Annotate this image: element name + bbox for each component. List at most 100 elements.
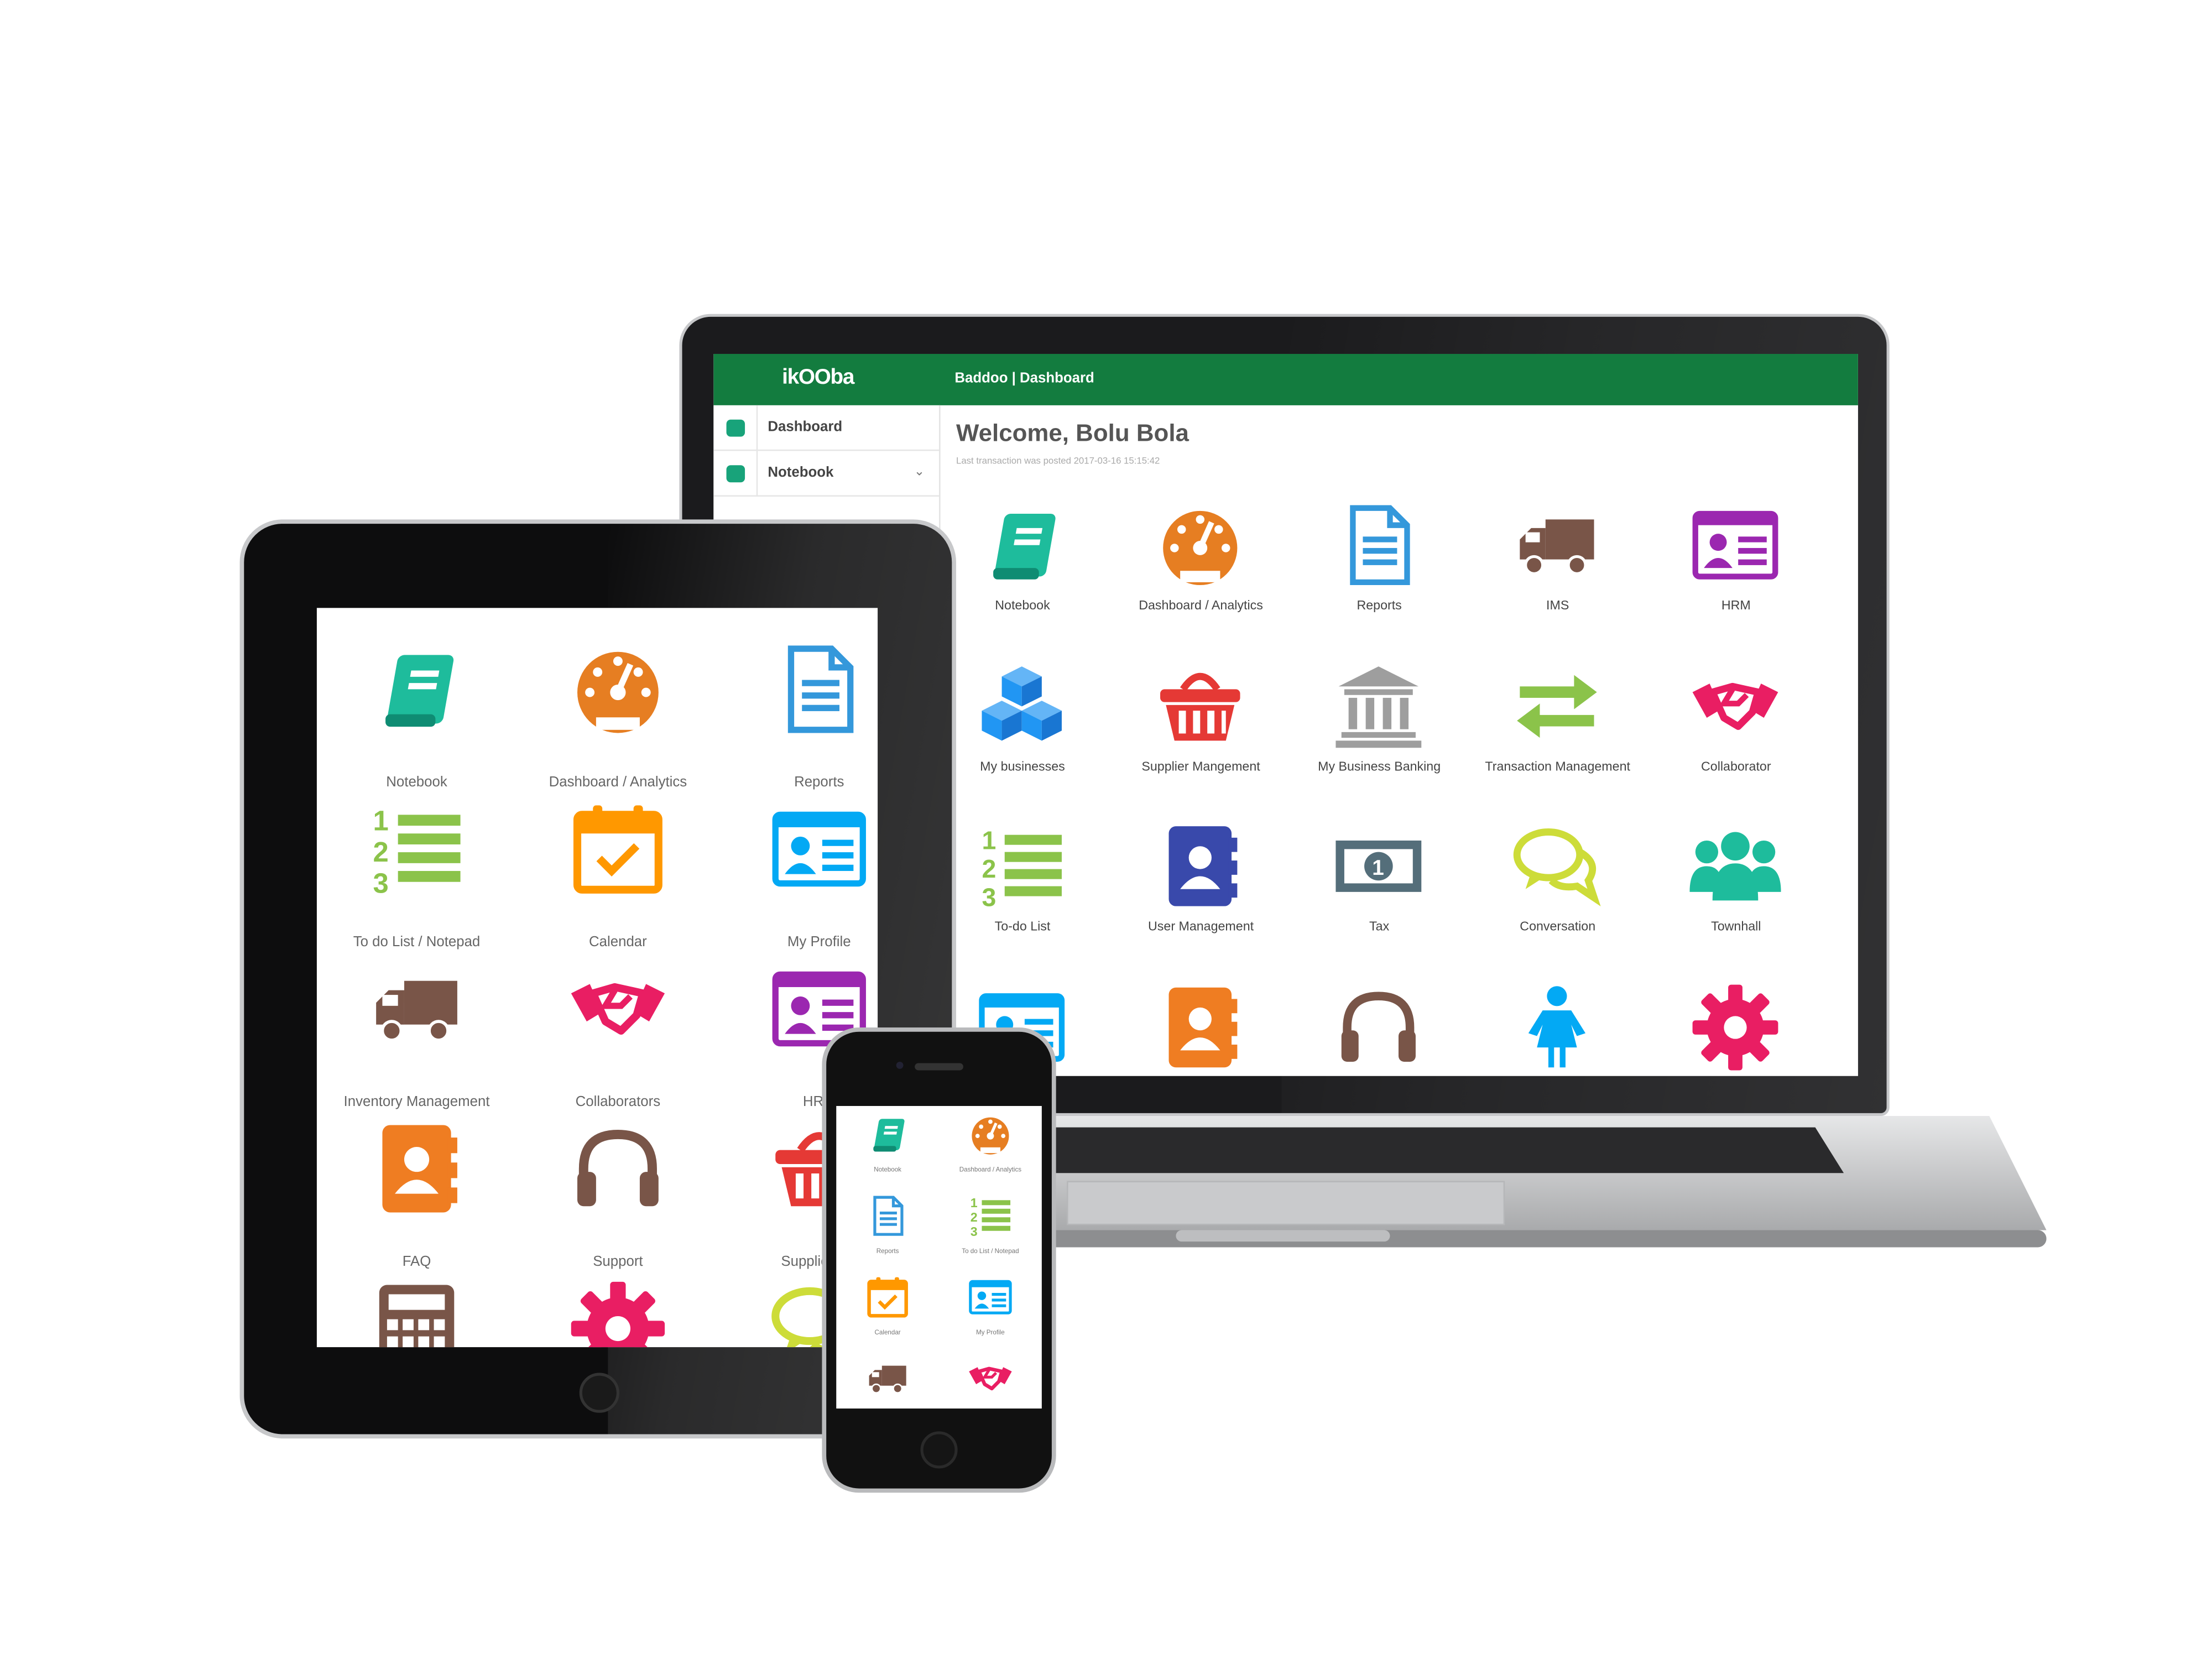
- handshake-icon: [571, 983, 665, 1035]
- phone-camera: [896, 1061, 904, 1069]
- tablet-tile-inventory-management[interactable]: Inventory Management: [317, 956, 517, 1116]
- tablet-home-button[interactable]: [579, 1373, 619, 1413]
- laptop-tile-townhall[interactable]: Townhall: [1647, 818, 1825, 978]
- page-title: Welcome, Bolu Bola: [956, 419, 1189, 447]
- boxes-icon: [982, 665, 1062, 740]
- tile-label: My businesses: [980, 758, 1065, 773]
- svg-text:1: 1: [1372, 856, 1384, 880]
- tablet-tile-calendar[interactable]: Calendar: [518, 796, 718, 956]
- calculator-icon: [379, 1285, 455, 1348]
- phone-tile-dashboard-analytics[interactable]: Dashboard / Analytics: [939, 1109, 1042, 1190]
- idcard-icon: [969, 1280, 1012, 1314]
- notebook-icon: [385, 655, 454, 727]
- phone-speaker: [915, 1063, 963, 1071]
- svg-text:1: 1: [373, 805, 389, 837]
- tile-label: Calendar: [589, 935, 647, 951]
- svg-text:3: 3: [982, 883, 996, 912]
- tile-label: FAQ: [402, 1254, 431, 1270]
- laptop-tile-to-do-list[interactable]: 1 2 3 To-do List: [933, 818, 1112, 978]
- notebook-icon: [873, 1119, 905, 1152]
- laptop-tile-supplier-mangement[interactable]: Supplier Mangement: [1112, 657, 1290, 817]
- tile-label: To-do List: [994, 919, 1051, 933]
- svg-text:2: 2: [982, 854, 996, 883]
- laptop-tile-faq[interactable]: FAQ: [1112, 978, 1290, 1076]
- truck-icon: [376, 980, 457, 1042]
- tablet-tile-dashboard-analytics[interactable]: Dashboard / Analytics: [518, 637, 718, 796]
- tablet-tile-reports[interactable]: Reports: [719, 637, 878, 796]
- gear-icon: [1692, 984, 1778, 1070]
- gear-icon: [571, 1281, 665, 1348]
- tile-label: Inventory Management: [343, 1094, 490, 1110]
- arrows-icon: [1517, 674, 1597, 737]
- calendar-icon: [867, 1277, 908, 1318]
- tile-label: Reports: [876, 1247, 899, 1255]
- laptop-tile-tax[interactable]: 1 Tax: [1290, 818, 1469, 978]
- notebook-icon: [726, 465, 745, 483]
- phone-screen: Notebook Dashboard / Analytics Reports 1 2 3 T…: [836, 1105, 1042, 1409]
- document-icon: [1350, 505, 1410, 586]
- laptop-tile-transaction-management[interactable]: Transaction Management: [1468, 657, 1647, 817]
- laptop-tile-notebook[interactable]: Notebook: [933, 497, 1112, 656]
- sidebar-item-dashboard[interactable]: Dashboard: [713, 405, 940, 451]
- tile-label: Notebook: [874, 1166, 901, 1173]
- svg-text:1: 1: [982, 826, 996, 854]
- phone-tile-handshake[interactable]: [939, 1353, 1042, 1408]
- tablet-tile-gear[interactable]: [518, 1276, 718, 1348]
- basket-icon: [1160, 672, 1240, 740]
- tile-label: HRM: [1721, 598, 1751, 613]
- laptop-tile-walk-through[interactable]: Walk through: [1468, 978, 1647, 1076]
- sidebar-item-notebook[interactable]: Notebook ⌄: [713, 451, 940, 497]
- truck-icon: [1520, 519, 1594, 575]
- laptop-tile-my-business-banking[interactable]: My Business Banking: [1290, 657, 1469, 817]
- sidebar-item-label: Notebook: [768, 465, 834, 481]
- chevron-down-icon[interactable]: ⌄: [914, 464, 925, 479]
- breadcrumb-title: Baddoo | Dashboard: [954, 371, 1094, 387]
- laptop-tile-my-businesses[interactable]: My businesses: [933, 657, 1112, 817]
- laptop-tile-reports[interactable]: Reports: [1290, 497, 1469, 656]
- phone-tile-notebook[interactable]: Notebook: [836, 1109, 939, 1190]
- laptop-tile-dashboard-analytics[interactable]: Dashboard / Analytics: [1112, 497, 1290, 656]
- todolist-icon: 123: [982, 826, 1062, 912]
- tile-label: My Profile: [787, 935, 851, 951]
- handshake-icon: [1692, 682, 1778, 729]
- phone-tile-calendar[interactable]: Calendar: [836, 1271, 939, 1353]
- banknote-icon: 1: [1335, 840, 1422, 892]
- phone-tile-to-do-list-notepad[interactable]: 1 2 3 To do List / Notepad: [939, 1190, 1042, 1271]
- addressbook-icon: [1168, 987, 1238, 1067]
- laptop-tile-collaborator[interactable]: Collaborator: [1647, 657, 1825, 817]
- tile-label: My Profile: [976, 1328, 1005, 1336]
- tile-label: Tax: [1369, 919, 1390, 933]
- handshake-icon: [969, 1366, 1012, 1391]
- tablet-tile-calculator[interactable]: [317, 1276, 517, 1348]
- tile-label: Notebook: [995, 598, 1050, 613]
- tablet-tile-to-do-list-notepad[interactable]: 1 2 3 To do List / Notepad: [317, 796, 517, 956]
- phone-tile-my-profile[interactable]: My Profile: [939, 1271, 1042, 1353]
- tablet-tile-collaborators[interactable]: Collaborators: [518, 956, 718, 1116]
- svg-text:1: 1: [971, 1196, 978, 1210]
- laptop-tile-ims[interactable]: IMS: [1468, 497, 1647, 656]
- laptop-tile-support[interactable]: Support: [1290, 978, 1469, 1076]
- phone-home-button[interactable]: [920, 1431, 958, 1469]
- tablet-tile-my-profile[interactable]: My Profile: [719, 796, 878, 956]
- gauge-icon: [726, 419, 745, 437]
- tablet-tile-faq[interactable]: FAQ: [317, 1116, 517, 1276]
- bank-icon: [1335, 665, 1422, 747]
- svg-text:3: 3: [971, 1224, 978, 1239]
- gauge-icon: [972, 1117, 1009, 1155]
- laptop-tile-hrm[interactable]: HRM: [1647, 497, 1825, 656]
- laptop-tile-conversation[interactable]: Conversation: [1468, 818, 1647, 978]
- laptop-tile-user-management[interactable]: User Management: [1112, 818, 1290, 978]
- todolist-icon: 123: [971, 1196, 1011, 1239]
- phone-tile-truck[interactable]: [836, 1353, 939, 1408]
- app-logo[interactable]: ikOOba: [782, 366, 854, 394]
- svg-text:2: 2: [971, 1210, 978, 1224]
- gauge-icon: [1163, 510, 1238, 586]
- tablet-tile-support[interactable]: Support: [518, 1116, 718, 1276]
- app-header: ikOOba Baddoo | Dashboard: [713, 353, 1858, 405]
- phone-tile-reports[interactable]: Reports: [836, 1190, 939, 1271]
- tablet-tile-notebook[interactable]: Notebook: [317, 637, 517, 796]
- tile-label: My Business Banking: [1318, 758, 1441, 773]
- laptop-tile-settings[interactable]: Settings: [1647, 978, 1825, 1076]
- tile-label: Transaction Management: [1485, 758, 1630, 773]
- tile-label: Collaborators: [575, 1094, 661, 1110]
